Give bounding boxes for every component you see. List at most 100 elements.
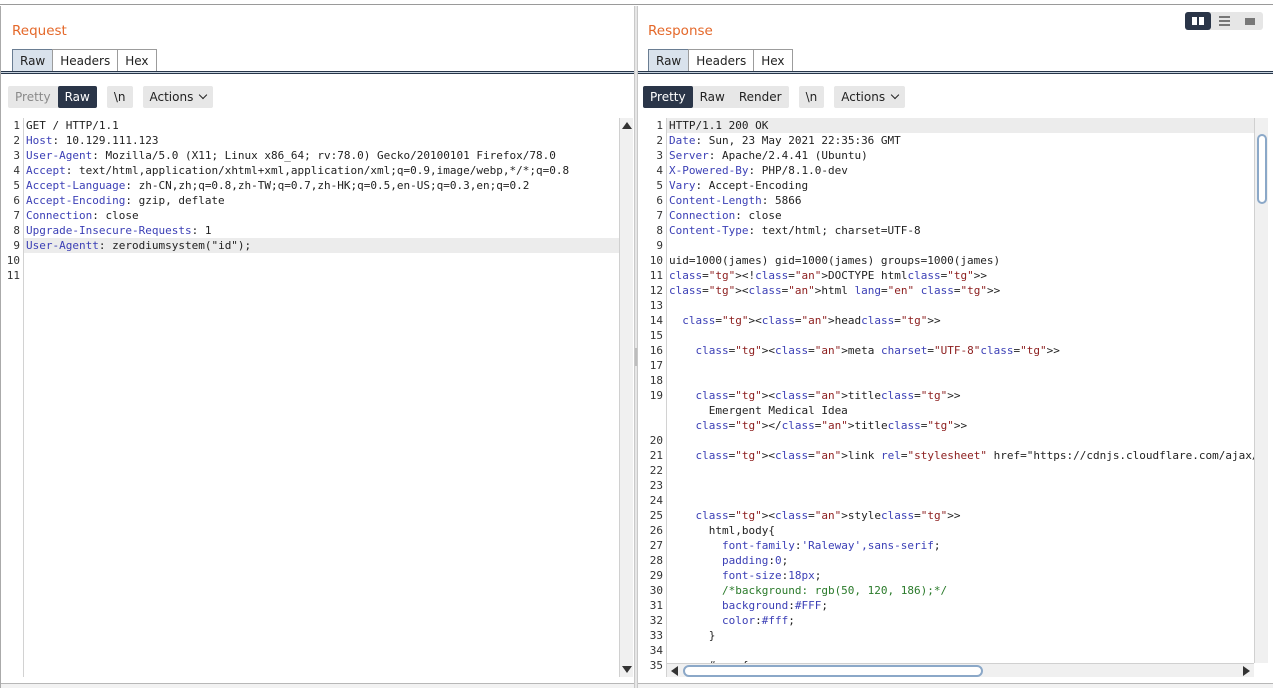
scroll-left-arrow-icon[interactable] [671,666,678,676]
scroll-right-arrow-icon[interactable] [1243,666,1250,676]
line-number [638,418,666,433]
response-line: font-size:18px; [721,569,822,582]
header-name: Accept-Language [26,179,126,192]
line-number: 3 [13,149,20,162]
request-search-bar [1,683,634,688]
request-newline-toggle[interactable]: \n [106,86,133,108]
response-code[interactable]: HTTP/1.1 200 OK Date: Sun, 23 May 2021 22… [667,118,1254,663]
response-line [667,463,1254,478]
request-line: User-Agent: Mozilla/5.0 (X11; Linux x86_… [26,149,556,162]
request-title: Request [12,23,67,39]
response-line [667,493,1254,508]
response-render-button[interactable]: Render [732,86,789,108]
header-name: User-Agentt [26,239,99,252]
line-number: 20 [649,434,663,447]
scroll-up-arrow-icon[interactable] [622,122,632,129]
split-rows-icon[interactable] [1211,12,1237,30]
header-name: Upgrade-Insecure-Requests [26,224,192,237]
line-number: 4 [13,164,20,177]
line-number: 2 [656,134,663,147]
line-number: 3 [656,149,663,162]
response-line: font-family:'Raleway',sans-serif; [721,539,941,552]
response-tab-hex[interactable]: Hex [753,49,793,72]
splitter-grip-icon[interactable] [635,348,637,366]
response-tab-headers[interactable]: Headers [688,49,755,72]
response-line: class="tg"><!class="an">DOCTYPE htmlclas… [669,269,987,282]
request-line-numbers: 1 2 3 4 5 6 7 8 9 10 11 [1,118,24,677]
response-horizontal-scrollbar[interactable] [667,663,1254,677]
request-line [24,268,619,283]
response-line: class="tg"><class="an">titleclass="tg">> [695,389,961,402]
response-line: Date: Sun, 23 May 2021 22:35:36 GMT [669,134,901,147]
response-line: class="tg"><class="an">styleclass="tg">> [695,509,961,522]
response-tab-raw[interactable]: Raw [648,49,690,72]
request-line: Host: 10.129.111.123 [26,134,159,147]
response-line [667,298,1254,313]
request-view-mode: Pretty Raw [8,86,97,108]
header-name: Accept-Encoding [26,194,126,207]
line-number: 14 [649,314,663,327]
request-editor[interactable]: 1 2 3 4 5 6 7 8 9 10 11 GET / HTTP/1.1 Host: 10.129… [1,118,634,677]
response-editor[interactable]: 1 2 3 4 5 6 7 8 9 10 11 12 13 14 15 16 17 18 19 20 21 22 23 24 2… [638,118,1273,677]
line-number: 6 [13,194,20,207]
response-line: class="tg"><class="an">html lang="en" cl… [669,284,1001,297]
response-actions-button[interactable]: Actions [834,86,906,108]
request-tab-headers[interactable]: Headers [52,49,119,72]
response-line: HTTP/1.1 200 OK [667,118,1254,133]
response-line: background:#FFF; [721,599,828,612]
response-line: class="tg"></class="an">titleclass="tg">… [695,419,968,432]
line-number: 5 [656,179,663,192]
line-number: 15 [649,329,663,342]
line-number: 22 [649,464,663,477]
request-actions-label: Actions [149,90,194,104]
line-number: 10 [6,254,20,267]
request-line: User-Agentt: zerodiumsystem("id"); [24,238,619,253]
request-line: Accept-Language: zh-CN,zh;q=0.8,zh-TW;q=… [26,179,530,192]
response-tab-underline [638,71,1273,74]
split-columns-icon[interactable] [1185,12,1211,30]
response-line: } [669,629,716,642]
line-number: 33 [649,629,663,642]
response-hscroll-thumb[interactable] [683,665,983,677]
request-pane: Request Raw Headers Hex Pretty Raw \n Ac… [0,6,634,688]
response-line [667,358,1254,373]
single-pane-icon[interactable] [1237,12,1263,30]
line-number [638,403,666,418]
response-newline-toggle[interactable]: \n [798,86,825,108]
request-raw-button[interactable]: Raw [57,86,97,108]
line-number: 13 [649,299,663,312]
response-line [667,328,1254,343]
request-tab-raw[interactable]: Raw [12,49,54,72]
response-line: Connection: close [669,209,782,222]
response-raw-button[interactable]: Raw [693,86,732,108]
scroll-down-arrow-icon[interactable] [622,666,632,673]
line-number: 1 [656,119,663,132]
response-vertical-scrollbar[interactable] [1254,118,1268,663]
response-line: Content-Length: 5866 [669,194,802,207]
request-line: Accept: text/html,application/xhtml+xml,… [26,164,570,177]
request-pretty-button[interactable]: Pretty [8,86,58,108]
response-pretty-button[interactable]: Pretty [643,86,693,108]
line-number: 32 [649,614,663,627]
response-search-bar [638,683,1273,688]
response-tabs: Raw Headers Hex [648,49,793,72]
response-vscroll-thumb[interactable] [1257,134,1267,204]
response-line: class="tg"><class="an">headclass="tg">> [682,314,941,327]
request-vertical-scrollbar[interactable] [619,118,633,677]
line-number: 11 [649,269,663,282]
response-title: Response [648,23,713,39]
line-number: 8 [656,224,663,237]
line-number: 6 [656,194,663,207]
request-line: Connection: close [26,209,139,222]
request-actions-button[interactable]: Actions [142,86,214,108]
header-name: Host [26,134,53,147]
line-number: 26 [649,524,663,537]
request-tab-hex[interactable]: Hex [117,49,157,72]
line-number: 31 [649,599,663,612]
request-code[interactable]: GET / HTTP/1.1 Host: 10.129.111.123 User-A… [24,118,619,677]
line-number: 29 [649,569,663,582]
response-line [667,643,1254,658]
line-number: 9 [13,239,20,252]
line-number: 30 [649,584,663,597]
line-number: 23 [649,479,663,492]
